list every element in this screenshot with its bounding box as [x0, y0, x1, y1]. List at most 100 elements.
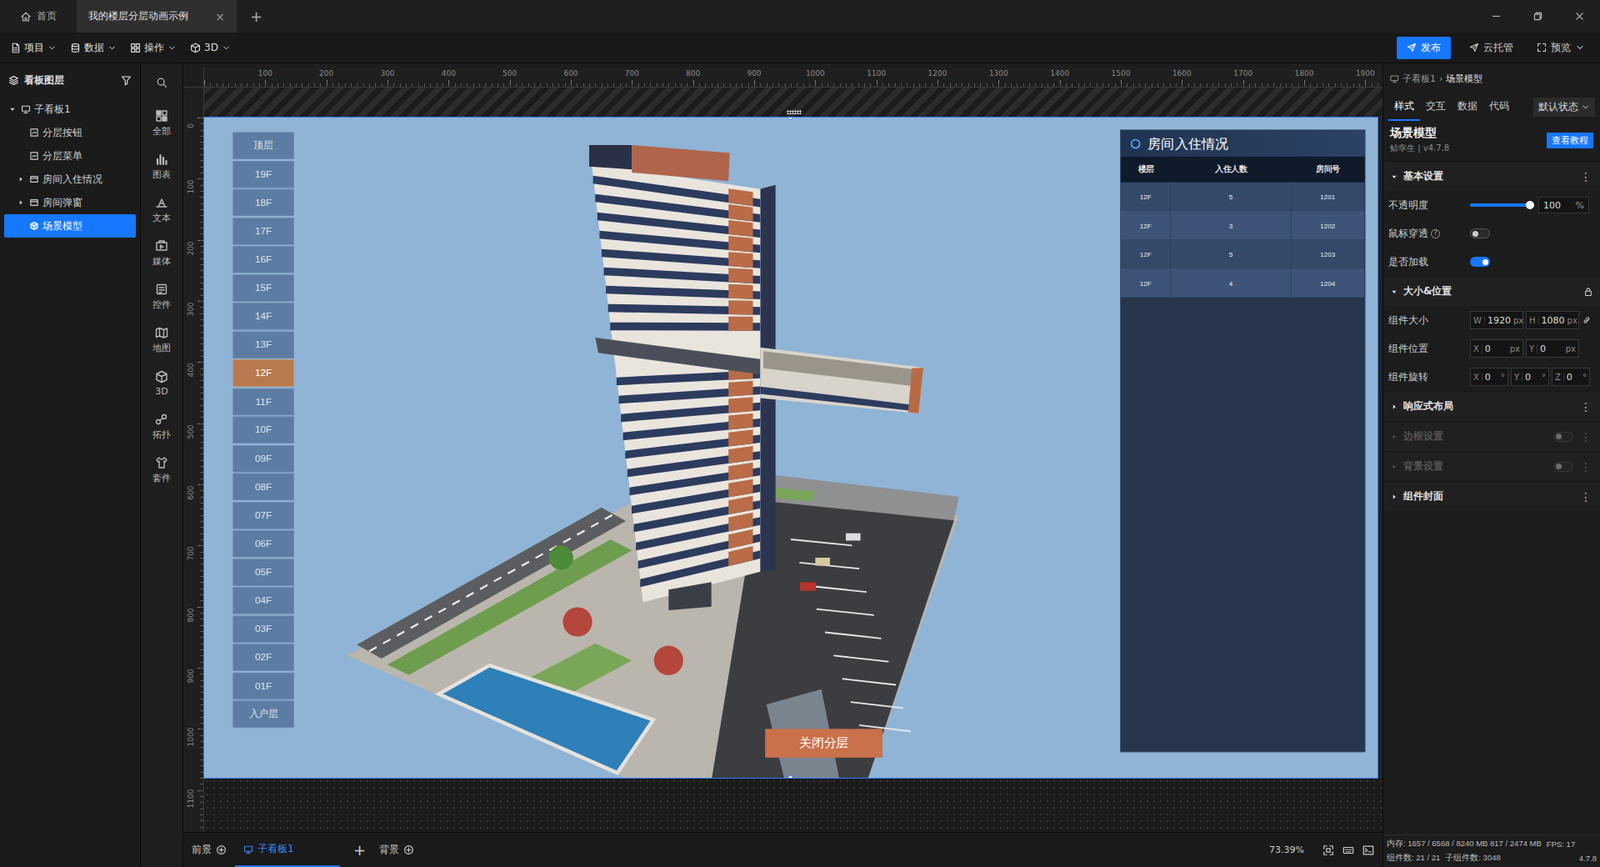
inspector-tab[interactable]: 交互 — [1420, 93, 1452, 121]
number-input[interactable]: H1080px — [1525, 310, 1580, 330]
filter-icon[interactable] — [120, 75, 132, 86]
number-input[interactable]: Y0px — [1525, 339, 1580, 358]
floor-button[interactable]: 顶层 — [232, 132, 294, 160]
number-input[interactable]: Y0° — [1510, 367, 1550, 386]
section-header[interactable]: 基本设置⋮ — [1383, 160, 1600, 191]
menu-button[interactable]: 项目 — [10, 40, 57, 55]
menu-button[interactable]: 操作 — [130, 40, 177, 55]
floor-button[interactable]: 17F — [232, 217, 294, 245]
caret-right-icon[interactable] — [16, 198, 25, 207]
new-tab-button[interactable]: + — [236, 0, 276, 33]
floor-button[interactable]: 02F — [232, 643, 294, 670]
widget-category[interactable]: 媒体 — [140, 231, 183, 275]
tutorial-button[interactable]: 查看教程 — [1546, 132, 1594, 149]
add-icon[interactable] — [403, 844, 415, 855]
state-dropdown[interactable]: 默认状态 — [1533, 97, 1595, 117]
search-button[interactable] — [140, 63, 183, 102]
floor-button[interactable]: 01F — [232, 671, 294, 699]
floor-button[interactable]: 06F — [232, 530, 294, 557]
close-tab-button[interactable]: × — [206, 10, 225, 24]
zoom-level[interactable]: 73.39% — [1269, 844, 1305, 855]
floor-button[interactable]: 12F — [232, 359, 294, 386]
inspector-tab[interactable]: 数据 — [1451, 93, 1484, 121]
section-header[interactable]: 组件封面⋮ — [1383, 480, 1600, 511]
number-input[interactable]: W1920px — [1470, 310, 1524, 330]
menu-button[interactable]: 数据 — [70, 40, 117, 55]
background-layer[interactable]: 背景 — [379, 832, 415, 867]
lock-icon[interactable] — [1583, 286, 1594, 297]
board-tab[interactable]: 子看板1 — [235, 832, 340, 867]
toggle-switch[interactable] — [1553, 431, 1574, 442]
fit-screen-icon[interactable] — [1322, 844, 1335, 856]
widget-category[interactable]: 控件 — [140, 275, 183, 319]
inspector-tab[interactable]: 样式 — [1388, 93, 1420, 121]
floor-button[interactable]: 05F — [232, 558, 294, 585]
more-button[interactable]: ⋮ — [1578, 460, 1594, 474]
add-board-button[interactable]: + — [348, 840, 371, 859]
widget-category[interactable]: 套件 — [140, 448, 183, 492]
toggle-switch[interactable] — [1553, 461, 1574, 472]
widget-category[interactable]: 图表 — [140, 145, 183, 189]
help-icon[interactable]: ? — [1430, 229, 1440, 239]
floor-button[interactable]: 04F — [232, 586, 294, 614]
caret-down-icon[interactable] — [8, 105, 17, 114]
section-header[interactable]: 响应式布局⋮ — [1383, 390, 1600, 421]
preview-button[interactable]: 预览 — [1531, 40, 1590, 55]
floor-button[interactable]: 11F — [232, 387, 294, 415]
layer-item[interactable]: 场景模型 — [4, 214, 136, 238]
resize-handle[interactable] — [787, 775, 794, 778]
floor-button[interactable]: 入户层 — [232, 700, 294, 728]
section-header[interactable]: 边框设置⋮ — [1383, 420, 1600, 451]
close-layers-button[interactable]: 关闭分层 — [765, 728, 883, 757]
publish-button[interactable]: 发布 — [1396, 36, 1451, 60]
menu-button[interactable]: 3D — [190, 41, 231, 54]
window-control[interactable] — [1475, 0, 1517, 33]
layer-item[interactable]: 分层按钮 — [4, 120, 136, 145]
caret-right-icon[interactable] — [16, 175, 25, 184]
widget-category[interactable]: 拓扑 — [140, 405, 183, 449]
number-input[interactable]: Z0° — [1551, 367, 1590, 386]
section-header[interactable]: 背景设置⋮ — [1383, 450, 1600, 481]
floor-button[interactable]: 10F — [232, 416, 294, 444]
floor-button[interactable]: 13F — [232, 330, 294, 358]
canvas[interactable]: 顶层19F18F17F16F15F14F13F12F11F10F09F08F07… — [204, 117, 1378, 778]
more-button[interactable]: ⋮ — [1578, 400, 1594, 414]
widget-category[interactable]: 全部 — [140, 101, 183, 145]
widget-category[interactable]: 3D — [140, 361, 183, 405]
add-icon[interactable] — [215, 844, 227, 855]
section-header[interactable]: 大小&位置 — [1383, 275, 1600, 306]
floor-button[interactable]: 16F — [232, 245, 294, 273]
window-control[interactable] — [1558, 0, 1600, 33]
layer-item[interactable]: 房间入住情况 — [4, 167, 136, 191]
toggle-switch[interactable] — [1470, 256, 1490, 267]
number-input[interactable]: X0° — [1470, 367, 1509, 386]
floor-button[interactable]: 08F — [232, 473, 294, 500]
floor-button[interactable]: 09F — [232, 445, 294, 472]
number-input[interactable]: X0px — [1470, 339, 1524, 358]
cloud-button[interactable]: 云托管 — [1464, 40, 1519, 55]
window-tab[interactable]: 首页 — [0, 0, 77, 33]
widget-category[interactable]: 地图 — [140, 318, 183, 362]
drag-grip[interactable] — [786, 110, 802, 115]
widget-category[interactable]: 文本 — [140, 188, 183, 232]
floor-button[interactable]: 19F — [232, 160, 294, 188]
keyboard-icon[interactable] — [1342, 844, 1355, 856]
inspector-tab[interactable]: 代码 — [1483, 93, 1515, 121]
breadcrumb-item[interactable]: 场景模型 — [1445, 72, 1483, 85]
toggle-switch[interactable] — [1470, 228, 1490, 239]
more-button[interactable]: ⋮ — [1578, 430, 1594, 444]
floor-button[interactable]: 07F — [232, 501, 294, 529]
more-button[interactable]: ⋮ — [1578, 490, 1594, 504]
floor-button[interactable]: 18F — [232, 189, 294, 216]
opacity-slider[interactable] — [1470, 203, 1530, 207]
window-control[interactable] — [1516, 0, 1559, 33]
slider-thumb[interactable] — [1525, 200, 1535, 210]
layer-item[interactable]: 子看板1 — [4, 97, 136, 121]
foreground-layer[interactable]: 前景 — [191, 832, 227, 867]
floor-button[interactable]: 03F — [232, 615, 294, 642]
breadcrumb-item[interactable]: 子看板1 — [1402, 72, 1436, 85]
terminal-icon[interactable] — [1362, 844, 1375, 856]
value-input[interactable]: 100% — [1538, 196, 1590, 214]
window-tab[interactable]: 我的楼层分层动画示例× — [76, 0, 237, 33]
layer-item[interactable]: 分层菜单 — [4, 144, 136, 168]
